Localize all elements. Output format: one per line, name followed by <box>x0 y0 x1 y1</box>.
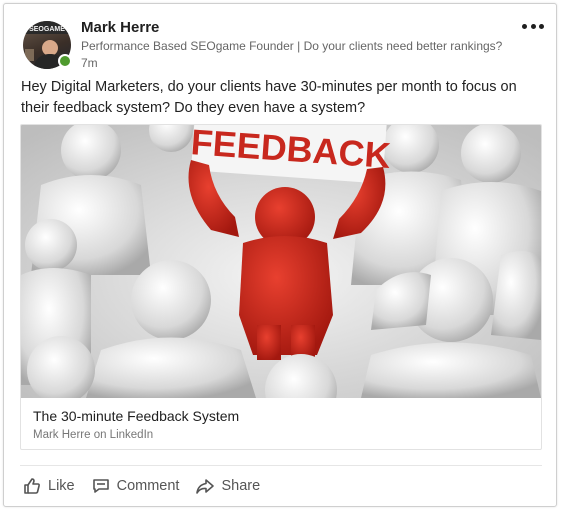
comment-icon <box>92 479 109 493</box>
like-button[interactable]: Like <box>22 476 75 496</box>
more-options-button[interactable] <box>520 18 546 34</box>
like-label: Like <box>48 478 75 494</box>
author-avatar[interactable]: SEOGAME <box>23 21 72 69</box>
article-image: FEEDBACK <box>21 125 541 398</box>
author-name[interactable]: Mark Herre <box>81 19 159 36</box>
share-label: Share <box>221 478 261 494</box>
author-headline: Performance Based SEOgame Founder | Do y… <box>81 39 503 53</box>
post-timestamp: 7m <box>81 56 98 70</box>
share-icon <box>196 479 215 494</box>
more-horizontal-icon <box>530 23 536 29</box>
thumbs-up-icon <box>24 478 40 494</box>
comment-label: Comment <box>116 478 180 494</box>
social-actions-bar: Like Comment Share <box>22 476 276 496</box>
avatar-logo-text: SEOGAME <box>29 26 65 33</box>
shared-article[interactable]: FEEDBACK The 30-minute Feedback System M… <box>20 124 542 450</box>
post-card: SEOGAME Mark Herre Performance Based SEO… <box>3 3 557 507</box>
more-horizontal-icon <box>522 23 527 29</box>
comment-button[interactable]: Comment <box>91 476 180 496</box>
more-horizontal-icon <box>539 23 544 29</box>
article-source: Mark Herre on LinkedIn <box>33 429 154 441</box>
actions-divider <box>20 465 542 466</box>
share-button[interactable]: Share <box>195 476 260 496</box>
post-text: Hey Digital Marketers, do your clients h… <box>21 79 517 116</box>
article-title[interactable]: The 30-minute Feedback System <box>33 408 529 424</box>
online-status-indicator <box>58 54 72 68</box>
